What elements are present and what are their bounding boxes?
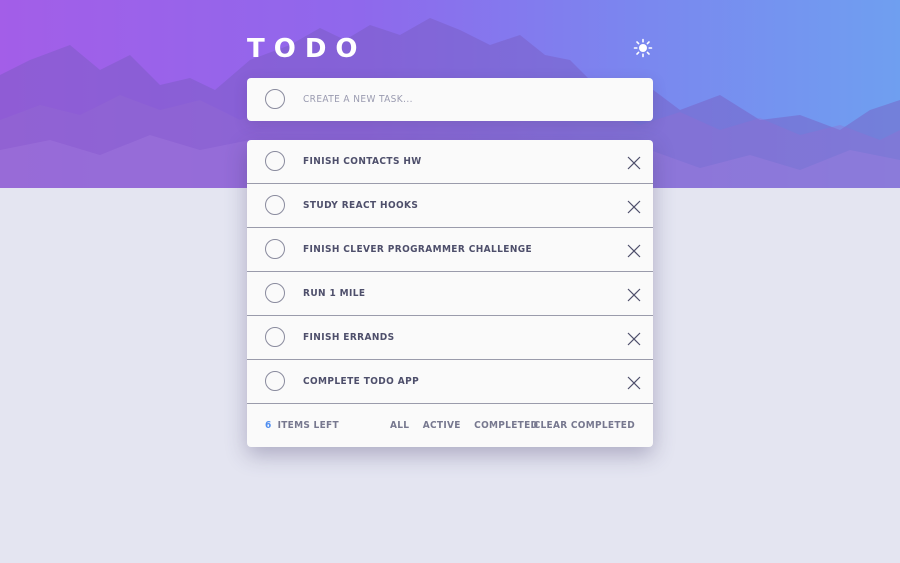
todo-check-circle[interactable] [265, 195, 285, 215]
close-icon [627, 376, 641, 390]
delete-todo-button[interactable] [627, 243, 641, 258]
delete-todo-button[interactable] [627, 155, 641, 170]
filter-completed-button[interactable]: COMPLETED [474, 420, 538, 431]
items-left-counter: 6 ITEMS LEFT [265, 404, 339, 447]
close-icon [627, 200, 641, 214]
delete-todo-button[interactable] [627, 287, 641, 302]
delete-todo-button[interactable] [627, 331, 641, 346]
clear-completed-button[interactable]: CLEAR COMPLETED [534, 404, 635, 447]
todo-item-text: FINISH ERRANDS [303, 332, 395, 343]
sun-icon [633, 38, 653, 58]
app-title: TODO [247, 34, 367, 64]
filter-group: ALL ACTIVE COMPLETED [390, 404, 548, 447]
todo-item: RUN 1 MILE [247, 272, 653, 316]
new-task-form [247, 78, 653, 121]
todo-item: STUDY REACT HOOKS [247, 184, 653, 228]
todo-item: FINISH CONTACTS HW [247, 140, 653, 184]
todo-item-text: COMPLETE TODO APP [303, 376, 420, 387]
todo-item: COMPLETE TODO APP [247, 360, 653, 404]
close-icon [627, 156, 641, 170]
todo-item-text: FINISH CONTACTS HW [303, 156, 422, 167]
todo-check-circle[interactable] [265, 283, 285, 303]
items-left-label: ITEMS LEFT [277, 420, 339, 431]
close-icon [627, 332, 641, 346]
new-task-input[interactable] [303, 88, 633, 110]
theme-toggle-button[interactable] [633, 38, 653, 58]
close-icon [627, 288, 641, 302]
close-icon [627, 244, 641, 258]
delete-todo-button[interactable] [627, 199, 641, 214]
filter-all-button[interactable]: ALL [390, 420, 409, 431]
todo-check-circle[interactable] [265, 151, 285, 171]
todo-item-text: RUN 1 MILE [303, 288, 366, 299]
todo-item: FINISH ERRANDS [247, 316, 653, 360]
todo-check-circle[interactable] [265, 371, 285, 391]
delete-todo-button[interactable] [627, 375, 641, 390]
todo-list: FINISH CONTACTS HW STUDY REACT HOOKS FIN… [247, 140, 653, 447]
todo-footer: 6 ITEMS LEFT ALL ACTIVE COMPLETED CLEAR C… [247, 404, 653, 447]
todo-item-text: FINISH CLEVER PROGRAMMER CHALLENGE [303, 244, 533, 255]
todo-item-text: STUDY REACT HOOKS [303, 200, 419, 211]
filter-active-button[interactable]: ACTIVE [423, 420, 461, 431]
new-task-check-circle[interactable] [265, 89, 285, 109]
app-header: TODO [247, 32, 653, 66]
items-left-count: 6 [265, 420, 272, 431]
todo-check-circle[interactable] [265, 239, 285, 259]
todo-check-circle[interactable] [265, 327, 285, 347]
todo-item: FINISH CLEVER PROGRAMMER CHALLENGE [247, 228, 653, 272]
